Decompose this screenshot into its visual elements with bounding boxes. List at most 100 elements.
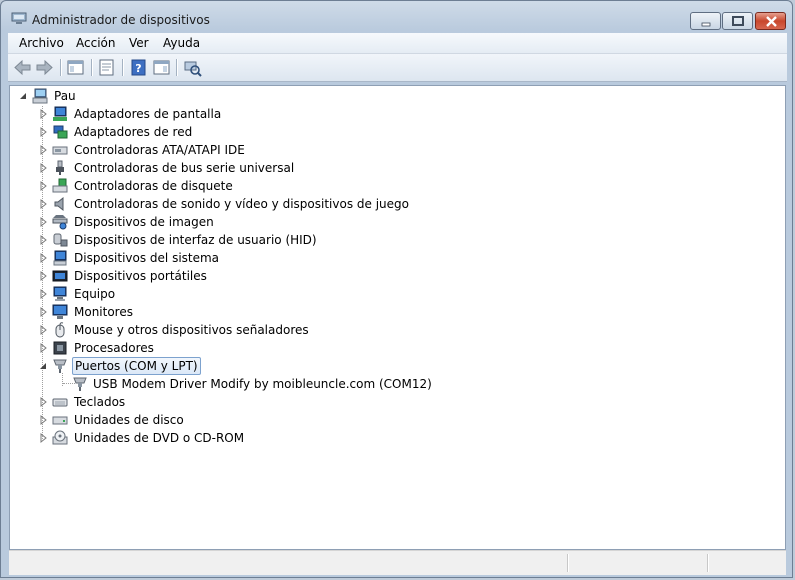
- tree-node-label: Dispositivos de interfaz de usuario (HID…: [74, 233, 317, 247]
- tree-root-label: Pau: [54, 89, 76, 103]
- menu-bar: Archivo Acción Ver Ayuda: [8, 33, 787, 54]
- expand-triangle-icon[interactable]: [39, 213, 48, 231]
- mouse-icon: [55, 322, 65, 338]
- expand-triangle-icon[interactable]: [39, 393, 48, 411]
- expand-triangle-icon[interactable]: [39, 267, 48, 285]
- collapse-triangle-icon[interactable]: [39, 357, 48, 375]
- expand-triangle-icon[interactable]: [39, 105, 48, 123]
- tree-node-sound-video-game[interactable]: Controladoras de sonido y vídeo y dispos…: [10, 195, 770, 213]
- tree-node-label: Mouse y otros dispositivos señaladores: [74, 323, 309, 337]
- title-bar[interactable]: Administrador de dispositivos: [1, 1, 792, 33]
- scan-hardware-button[interactable]: [183, 58, 202, 77]
- expand-triangle-icon[interactable]: [39, 249, 48, 267]
- close-button[interactable]: [755, 12, 786, 30]
- expand-triangle-icon[interactable]: [39, 339, 48, 357]
- tree-node-disk-drives[interactable]: Unidades de disco: [10, 411, 770, 429]
- tree-node-label: Adaptadores de red: [74, 125, 193, 139]
- port-connector-icon: [73, 377, 87, 391]
- action-pane-button[interactable]: [152, 58, 171, 77]
- show-hide-console-tree-icon: [67, 60, 84, 75]
- tree-node-display-adapters[interactable]: Adaptadores de pantalla: [10, 105, 770, 123]
- tree-node-dvd-cdrom[interactable]: Unidades de DVD o CD-ROM: [10, 429, 770, 447]
- svg-text:?: ?: [135, 62, 141, 75]
- collapse-triangle-icon[interactable]: [19, 87, 28, 105]
- properties-icon: [99, 59, 114, 76]
- tree-node-keyboards[interactable]: Teclados: [10, 393, 770, 411]
- show-hide-console-tree-button[interactable]: [66, 58, 85, 77]
- maximize-button[interactable]: [722, 12, 753, 30]
- expand-triangle-icon[interactable]: [39, 303, 48, 321]
- toolbar-separator: [91, 59, 92, 76]
- expand-triangle-icon[interactable]: [39, 231, 48, 249]
- hid-device-icon: [53, 233, 68, 247]
- menu-ayuda[interactable]: Ayuda: [158, 35, 205, 51]
- tree-node-monitors[interactable]: Monitores: [10, 303, 770, 321]
- tree-root-node[interactable]: Pau: [10, 87, 770, 105]
- tree-node-label: Controladoras de disquete: [74, 179, 233, 193]
- window-title: Administrador de dispositivos: [32, 13, 210, 27]
- close-icon: [766, 16, 777, 27]
- tree-node-label: Adaptadores de pantalla: [74, 107, 222, 121]
- dvd-drive-icon: [52, 430, 68, 445]
- device-tree[interactable]: Pau Adaptadores de pantalla Adaptadores …: [9, 85, 786, 550]
- tree-node-system-devices[interactable]: Dispositivos del sistema: [10, 249, 770, 267]
- expand-triangle-icon[interactable]: [39, 177, 48, 195]
- tree-node-processors[interactable]: Procesadores: [10, 339, 770, 357]
- tree-node-imaging-devices[interactable]: Dispositivos de imagen: [10, 213, 770, 231]
- tree-node-usb-controllers[interactable]: Controladoras de bus serie universal: [10, 159, 770, 177]
- tree-node-label: Controladoras de bus serie universal: [74, 161, 295, 175]
- tree-node-label: Dispositivos portátiles: [74, 269, 207, 283]
- portable-device-icon: [52, 270, 68, 282]
- help-icon: ?: [131, 59, 146, 76]
- tree-node-network-adapters[interactable]: Adaptadores de red: [10, 123, 770, 141]
- monitor-icon: [52, 304, 68, 319]
- tree-node-label: USB Modem Driver Modify by moibleuncle.c…: [93, 377, 432, 391]
- tree-node-mice[interactable]: Mouse y otros dispositivos señaladores: [10, 321, 770, 339]
- processor-chip-icon: [53, 341, 67, 355]
- floppy-controller-icon: [52, 178, 68, 193]
- tree-node-ports[interactable]: Puertos (COM y LPT): [10, 357, 770, 375]
- expand-triangle-icon[interactable]: [39, 321, 48, 339]
- tree-node-label: Puertos (COM y LPT): [72, 357, 201, 375]
- minimize-button[interactable]: [690, 12, 721, 30]
- menu-accion[interactable]: Acción: [71, 35, 120, 51]
- expand-triangle-icon[interactable]: [39, 141, 48, 159]
- properties-button[interactable]: [97, 58, 116, 77]
- maximize-icon: [732, 16, 744, 26]
- minimize-icon: [701, 22, 711, 27]
- tree-node-label: Equipo: [74, 287, 116, 301]
- scan-hardware-icon: [184, 61, 202, 77]
- tree-node-computer[interactable]: Equipo: [10, 285, 770, 303]
- tree-node-portable-devices[interactable]: Dispositivos portátiles: [10, 267, 770, 285]
- tree-node-label: Procesadores: [74, 341, 154, 355]
- device-manager-window: Administrador de dispositivos Archivo Ac…: [0, 0, 793, 578]
- expand-triangle-icon[interactable]: [39, 159, 48, 177]
- tree-node-hid[interactable]: Dispositivos de interfaz de usuario (HID…: [10, 231, 770, 249]
- tree-node-label: Unidades de DVD o CD-ROM: [74, 431, 245, 445]
- port-connector-icon: [53, 359, 67, 373]
- tree-node-label: Teclados: [74, 395, 126, 409]
- status-bar: [9, 550, 786, 575]
- tree-node-label: Controladoras ATA/ATAPI IDE: [74, 143, 245, 157]
- menu-archivo[interactable]: Archivo: [14, 35, 69, 51]
- expand-triangle-icon[interactable]: [39, 429, 48, 447]
- menu-ver[interactable]: Ver: [124, 35, 154, 51]
- help-button[interactable]: ?: [129, 58, 148, 77]
- tree-node-com-port-device[interactable]: USB Modem Driver Modify by moibleuncle.c…: [10, 375, 770, 393]
- tree-node-label: Controladoras de sonido y vídeo y dispos…: [74, 197, 409, 211]
- tree-node-label: Dispositivos del sistema: [74, 251, 220, 265]
- tree-node-ata-controllers[interactable]: Controladoras ATA/ATAPI IDE: [10, 141, 770, 159]
- expand-triangle-icon[interactable]: [39, 285, 48, 303]
- ide-controller-icon: [52, 146, 68, 155]
- disk-drive-icon: [52, 416, 68, 425]
- forward-button[interactable]: [35, 58, 54, 77]
- status-bar-separator: [707, 554, 708, 572]
- tree-node-floppy-controllers[interactable]: Controladoras de disquete: [10, 177, 770, 195]
- tree-node-label: Monitores: [74, 305, 133, 319]
- expand-triangle-icon[interactable]: [39, 123, 48, 141]
- forward-arrow-icon: [36, 59, 53, 76]
- expand-triangle-icon[interactable]: [39, 411, 48, 429]
- expand-triangle-icon[interactable]: [39, 195, 48, 213]
- back-button[interactable]: [13, 58, 32, 77]
- toolbar: ?: [8, 54, 787, 82]
